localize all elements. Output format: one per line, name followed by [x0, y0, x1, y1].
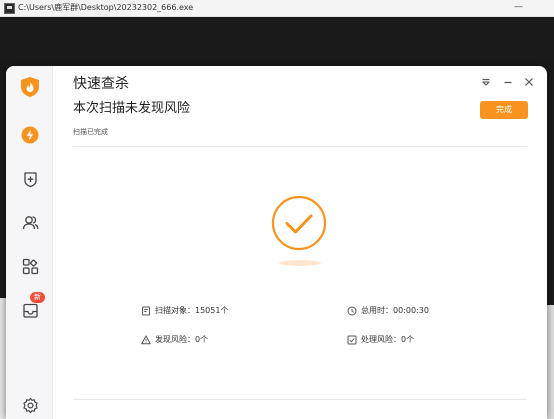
console-minimize-button[interactable]: — [514, 1, 523, 14]
lightning-icon [21, 126, 39, 144]
sidebar-item-users[interactable] [17, 209, 43, 235]
stat-found-text: 发现风险：0个 [155, 335, 209, 344]
check-shadow [279, 260, 321, 266]
sidebar-item-protection[interactable] [17, 166, 43, 192]
warning-icon [141, 335, 151, 345]
minimize-icon [504, 81, 512, 84]
box-icon [22, 303, 38, 318]
close-icon [525, 78, 533, 86]
stat-time-text: 总用时：00:00:30 [361, 306, 429, 315]
console-window-title: C:\Users\鹿军群\Desktop\20232302_666.exe [18, 3, 194, 12]
sidebar-item-settings[interactable] [17, 392, 43, 418]
antivirus-window: 新 快速查杀 本次扫描未发现风险 扫描已完成 完成 扫描对象：15051个 总用… [6, 66, 547, 419]
success-check-icon [271, 195, 327, 251]
sidebar-item-quick-scan[interactable] [17, 122, 43, 148]
header-divider [73, 146, 527, 147]
window-title: 快速查杀 [73, 76, 129, 92]
stat-handled-text: 处理风险：0个 [361, 335, 415, 344]
sidebar-item-apps[interactable] [17, 253, 43, 279]
stat-total-time: 总用时：00:00:30 [347, 305, 429, 317]
scan-status-text: 扫描已完成 [73, 128, 108, 136]
clock-icon [347, 306, 357, 316]
console-titlebar: C:\Users\鹿军群\Desktop\20232302_666.exe — [0, 0, 554, 17]
stat-found-risks: 发现风险：0个 [141, 334, 208, 346]
shield-plus-icon [23, 171, 37, 187]
users-icon [22, 215, 38, 229]
apps-grid-icon [22, 258, 38, 274]
scan-result-heading: 本次扫描未发现风险 [73, 101, 191, 116]
document-icon [142, 306, 150, 316]
shield-logo-icon [21, 77, 39, 97]
new-badge: 新 [30, 292, 45, 303]
stat-handled-risks: 处理风险：0个 [347, 334, 414, 346]
gear-icon [22, 397, 38, 413]
desktop-background-right [547, 305, 554, 419]
console-app-icon [4, 3, 15, 14]
stat-scanned-text: 扫描对象：15051个 [155, 306, 229, 315]
menu-dropdown-icon [482, 78, 490, 86]
sidebar: 新 [6, 66, 53, 419]
minimize-button[interactable] [500, 74, 516, 90]
menu-dropdown-button[interactable] [478, 74, 494, 90]
close-button[interactable] [521, 74, 537, 90]
done-button[interactable]: 完成 [480, 101, 528, 119]
stat-scanned-objects: 扫描对象：15051个 [141, 305, 228, 317]
checkbox-icon [347, 335, 357, 345]
footer-divider [73, 399, 527, 400]
